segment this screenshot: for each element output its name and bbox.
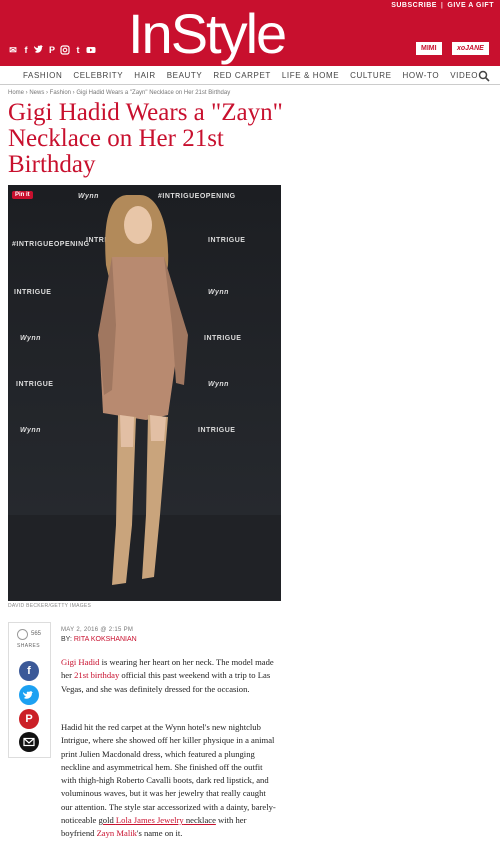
article-photo: #INTRIGUEOPENING Wynn #INTRIGUEOPENING I… bbox=[8, 185, 281, 601]
gigi-hadid-link[interactable]: Gigi Hadid bbox=[61, 657, 99, 667]
nav-item-life-home[interactable]: LIFE & HOME bbox=[282, 71, 339, 80]
search-icon[interactable] bbox=[478, 69, 490, 82]
instagram-icon[interactable] bbox=[60, 45, 70, 55]
zayn-malik-link[interactable]: Zayn Malik bbox=[97, 828, 137, 838]
mimi-link[interactable]: MIMI bbox=[416, 42, 442, 55]
author-link[interactable]: RITA KOKSHANIAN bbox=[74, 636, 137, 643]
shares-label: SHARES bbox=[17, 643, 40, 649]
youtube-icon[interactable] bbox=[86, 45, 96, 55]
nav-item-red-carpet[interactable]: RED CARPET bbox=[213, 71, 271, 80]
paragraph-text: necklace bbox=[183, 815, 216, 826]
breadcrumb[interactable]: Home › News › Fashion › Gigi Hadid Wears… bbox=[8, 90, 230, 96]
xojane-link[interactable]: xoJANE bbox=[452, 42, 489, 55]
article-title: Gigi Hadid Wears a "Zayn" Necklace on He… bbox=[8, 99, 283, 178]
nav-item-hair[interactable]: HAIR bbox=[134, 71, 156, 80]
site-header: SUBSCRIBE | GIVE A GIFT InStyle ✉ f P t MI… bbox=[0, 0, 500, 66]
article-paragraph: Gigi Hadid is wearing her heart on her n… bbox=[61, 656, 279, 696]
nav-item-celebrity[interactable]: CELEBRITY bbox=[73, 71, 123, 80]
nav-item-culture[interactable]: CULTURE bbox=[350, 71, 391, 80]
share-count: 565 bbox=[31, 631, 42, 637]
lola-james-jewelry-link[interactable]: Lola James Jewelry bbox=[116, 815, 184, 825]
tumblr-icon[interactable]: t bbox=[73, 45, 83, 55]
byline-label: BY: bbox=[61, 636, 74, 643]
instyle-logo[interactable]: InStyle bbox=[128, 4, 287, 64]
byline: BY: RITA KOKSHANIAN bbox=[61, 636, 137, 643]
twitter-share-icon[interactable] bbox=[19, 685, 39, 705]
photo-credit: DAVID BECKER/GETTY IMAGES bbox=[8, 603, 92, 609]
share-count-icon bbox=[17, 629, 28, 640]
paragraph-text: 's name on it. bbox=[136, 828, 183, 839]
nav-item-how-to[interactable]: HOW-TO bbox=[403, 71, 440, 80]
social-links: ✉ f P t bbox=[8, 45, 96, 55]
main-nav: FASHION CELEBRITY HAIR BEAUTY RED CARPET… bbox=[0, 66, 500, 85]
mail-icon[interactable]: ✉ bbox=[8, 45, 18, 55]
give-gift-link[interactable]: GIVE A GIFT bbox=[447, 2, 494, 9]
facebook-icon[interactable]: f bbox=[21, 45, 31, 55]
top-links: SUBSCRIBE | GIVE A GIFT bbox=[391, 2, 494, 9]
nav-item-beauty[interactable]: BEAUTY bbox=[167, 71, 203, 80]
share-bar: 565 SHARES f P bbox=[8, 622, 51, 758]
pinterest-share-icon[interactable]: P bbox=[19, 709, 39, 729]
subscribe-link[interactable]: SUBSCRIBE bbox=[391, 2, 437, 9]
pin-it-button[interactable]: Pin it bbox=[12, 191, 33, 199]
top-links-separator: | bbox=[440, 2, 444, 9]
21st-birthday-link[interactable]: 21st birthday bbox=[74, 670, 119, 680]
pinterest-icon[interactable]: P bbox=[47, 45, 57, 55]
paragraph-text: Hadid hit the red carpet at the Wynn hot… bbox=[61, 722, 276, 826]
nav-item-video[interactable]: VIDEO bbox=[450, 71, 478, 80]
article-paragraph: Hadid hit the red carpet at the Wynn hot… bbox=[61, 721, 279, 841]
paragraph-text: gold bbox=[98, 815, 116, 826]
publish-date: MAY 2, 2016 @ 2:15 PM bbox=[61, 627, 134, 633]
facebook-share-icon[interactable]: f bbox=[19, 661, 39, 681]
model-figure bbox=[98, 195, 188, 585]
twitter-icon[interactable] bbox=[34, 45, 44, 55]
nav-item-fashion[interactable]: FASHION bbox=[23, 71, 62, 80]
email-share-icon[interactable] bbox=[19, 732, 39, 752]
